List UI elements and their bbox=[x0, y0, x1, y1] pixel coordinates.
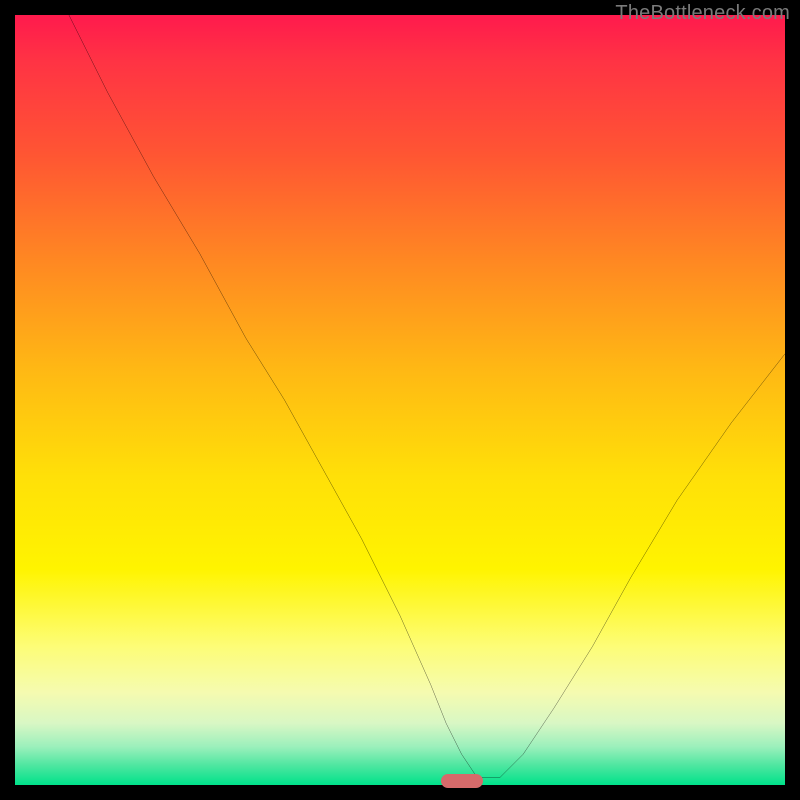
plot-area bbox=[15, 15, 785, 785]
bottleneck-marker bbox=[441, 774, 483, 788]
marker-layer bbox=[15, 15, 785, 785]
watermark-text: TheBottleneck.com bbox=[615, 2, 790, 25]
chart-container: TheBottleneck.com bbox=[0, 0, 800, 800]
